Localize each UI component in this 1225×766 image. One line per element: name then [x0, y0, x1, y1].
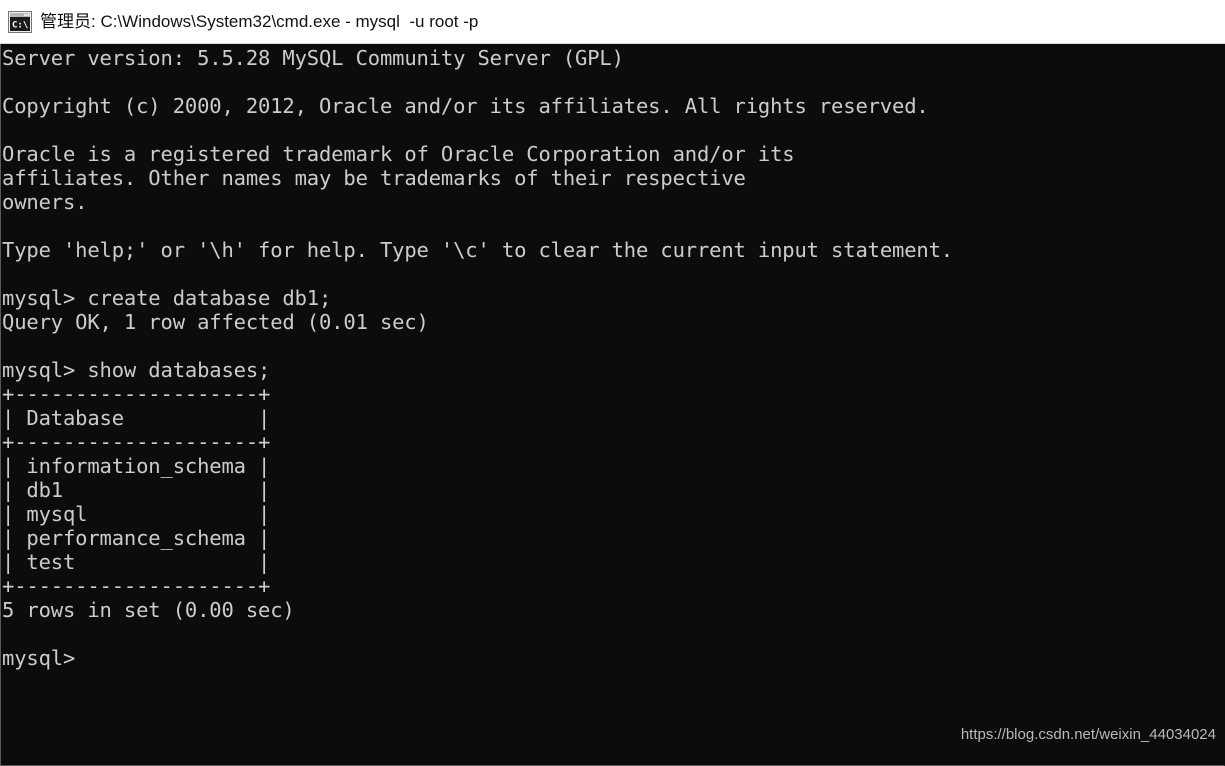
terminal-line: | Database |: [2, 406, 271, 430]
window-title-text: 管理员: C:\Windows\System32\cmd.exe - mysql…: [40, 12, 479, 31]
terminal-line: Server version: 5.5.28 MySQL Community S…: [2, 46, 624, 70]
terminal-line: +--------------------+: [2, 382, 271, 406]
terminal-line: owners.: [2, 190, 88, 214]
terminal-line: | performance_schema |: [2, 526, 271, 550]
terminal-line: 5 rows in set (0.00 sec): [2, 598, 295, 622]
terminal-line: | mysql |: [2, 502, 271, 526]
terminal-line: | information_schema |: [2, 454, 271, 478]
terminal-screen: Server version: 5.5.28 MySQL Community S…: [1, 44, 953, 670]
window-titlebar[interactable]: C:\ 管理员: C:\Windows\System32\cmd.exe - m…: [0, 0, 1225, 44]
terminal-line: mysql> create database db1;: [2, 286, 332, 310]
terminal-line: Oracle is a registered trademark of Orac…: [2, 142, 795, 166]
terminal-line: affiliates. Other names may be trademark…: [2, 166, 746, 190]
console-output-area[interactable]: Server version: 5.5.28 MySQL Community S…: [0, 44, 1225, 766]
terminal-line: mysql>: [2, 646, 76, 670]
terminal-line: | test |: [2, 550, 271, 574]
terminal-line: +--------------------+: [2, 430, 271, 454]
watermark-text: https://blog.csdn.net/weixin_44034024: [960, 726, 1216, 743]
terminal-line: mysql> show databases;: [2, 358, 271, 382]
terminal-line: Query OK, 1 row affected (0.01 sec): [2, 310, 429, 334]
cmd-console-icon: C:\: [8, 10, 32, 33]
terminal-line: | db1 |: [2, 478, 271, 502]
terminal-line: Type 'help;' or '\h' for help. Type '\c'…: [2, 238, 953, 262]
svg-text:C:\: C:\: [12, 20, 28, 30]
terminal-line: Copyright (c) 2000, 2012, Oracle and/or …: [2, 94, 929, 118]
terminal-line: +--------------------+: [2, 574, 271, 598]
cmd-window: C:\ 管理员: C:\Windows\System32\cmd.exe - m…: [0, 0, 1225, 766]
